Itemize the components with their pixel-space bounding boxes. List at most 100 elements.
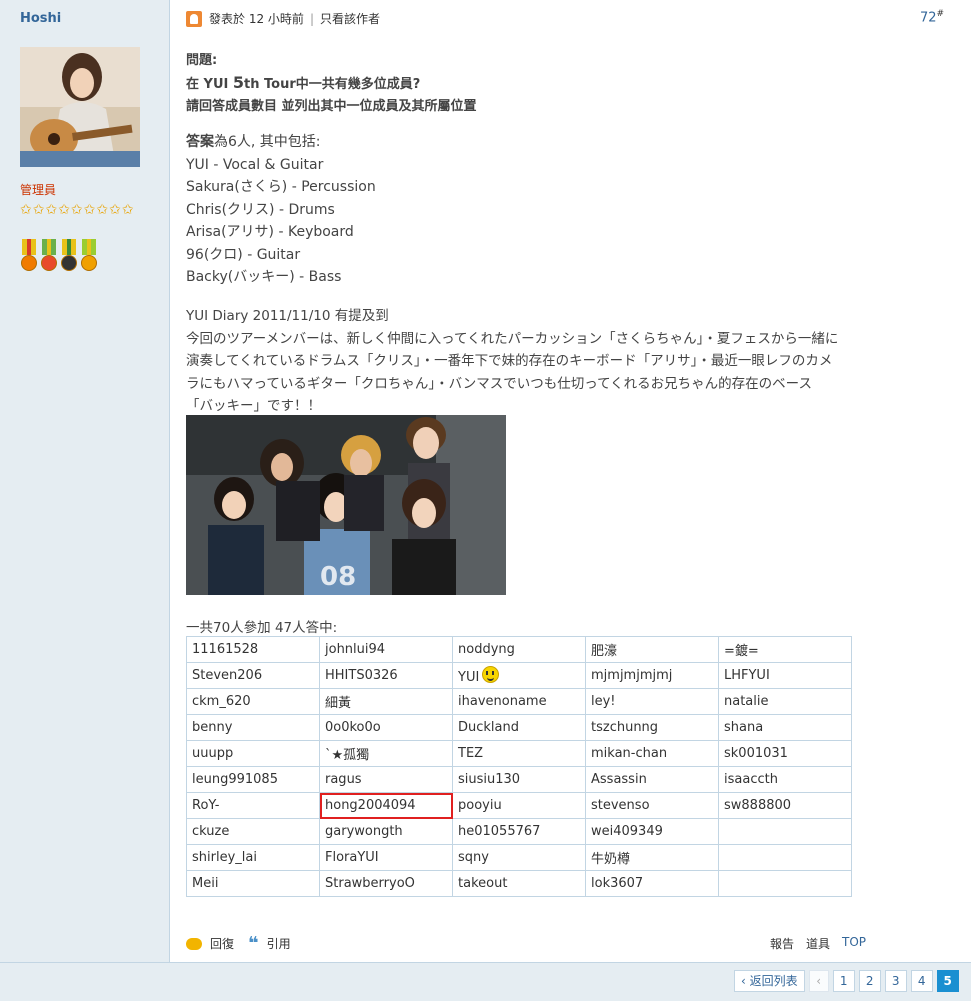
participant-name: natalie [724, 694, 769, 709]
back-arrow-icon: ‹ [741, 974, 750, 988]
prev-page-button[interactable]: ‹ [808, 970, 829, 992]
author-role: 管理員 [20, 183, 57, 197]
participant-cell: 細黃 [319, 688, 453, 715]
participant-name: pooyiu [458, 798, 502, 813]
participant-name: 0o0ko0o [325, 720, 381, 735]
avatar[interactable] [20, 47, 140, 167]
participant-name: =鍍= [724, 644, 759, 659]
participant-cell: Assassin [585, 766, 719, 793]
diary-line: 演奏してくれているドラムス「クリス」・一番年下で妹的存在のキーボード「アリサ」・… [186, 353, 833, 369]
participant-cell: he01055767 [452, 818, 586, 845]
participant-name: 肥濠 [591, 644, 618, 659]
answer-block: 答案為6人, 其中包括: YUI - Vocal & Guitar Sakura… [186, 131, 376, 289]
participant-cell: ragus [319, 766, 453, 793]
participant-name: lok3607 [591, 876, 644, 891]
participant-name: leung991085 [192, 772, 278, 787]
member-line: Backy(バッキー) - Bass [186, 269, 342, 285]
floor-number[interactable]: 72# [920, 9, 944, 25]
participant-name: sqny [458, 850, 489, 865]
author-name[interactable]: Hoshi [20, 11, 61, 26]
quote-button[interactable]: ❝ 引用 [248, 934, 291, 952]
page-link[interactable]: 1 [832, 970, 855, 992]
participant-cell: hong2004094 [319, 792, 453, 819]
report-link[interactable]: 報告 [770, 935, 794, 952]
back-to-list-button[interactable]: ‹ 返回列表 [734, 970, 805, 992]
participant-cell: garywongth [319, 818, 453, 845]
participant-name: uuupp [192, 746, 234, 761]
participant-name: noddyng [458, 642, 515, 657]
participant-cell: YUI [452, 662, 586, 689]
participant-cell: pooyiu [452, 792, 586, 819]
reply-label: 回復 [210, 937, 235, 951]
table-row: Meii StrawberryoO takeout lok3607 [186, 870, 852, 897]
participant-name: ley! [591, 694, 616, 709]
participant-cell: ckuze [186, 818, 320, 845]
participant-cell: Duckland [452, 714, 586, 741]
participant-name: shana [724, 720, 764, 735]
tools-link[interactable]: 道具 [806, 935, 830, 952]
diary-line: ラにもハマっているギター「クロちゃん」・バンマスでいつも仕切ってくれるお兄ちゃん… [186, 375, 812, 392]
band-photo-image: 08 [186, 415, 506, 595]
table-row: shirley_lai FloraYUI sqny 牛奶樽 [186, 844, 852, 871]
top-link[interactable]: TOP [842, 935, 866, 952]
participant-cell: StrawberryoO [319, 870, 453, 897]
participant-name: sk001031 [724, 746, 788, 761]
participant-name: ragus [325, 772, 362, 787]
participant-cell: 0o0ko0o [319, 714, 453, 741]
participant-name: TEZ [458, 746, 484, 761]
participant-cell: Meii [186, 870, 320, 897]
post-actions: 回復 ❝ 引用 [186, 934, 305, 952]
medal-icon [20, 239, 38, 273]
participant-name: he01055767 [458, 824, 541, 839]
participant-cell: `★孤獨 [319, 740, 453, 767]
participant-cell: TEZ [452, 740, 586, 767]
table-row: benny 0o0ko0o Duckland tszchunng shana [186, 714, 852, 741]
participant-cell: noddyng [452, 636, 586, 663]
post-meta-prefix: 發表於 [209, 12, 246, 26]
answer-lead: 答案 [186, 134, 214, 150]
participant-cell: sqny [452, 844, 586, 871]
reply-button[interactable]: 回復 [186, 935, 234, 952]
participant-cell: RoY- [186, 792, 320, 819]
participant-name: mjmjmjmjmj [591, 668, 673, 683]
question-line-1: 在 YUI 5th Tour中一共有幾多位成員? [186, 72, 477, 96]
participant-name: sw888800 [724, 798, 792, 813]
table-row: Steven206 HHITS0326 YUI mjmjmjmjmj LHFYUI [186, 662, 852, 689]
participant-cell: mjmjmjmjmj [585, 662, 719, 689]
participant-cell: natalie [718, 688, 852, 715]
only-author-link[interactable]: 只看該作者 [320, 10, 380, 27]
participant-name: LHFYUI [724, 668, 770, 683]
diary-line: 今回のツアーメンバーは、新しく仲間に入ってくれたパーカッション「さくらちゃん」・… [186, 330, 839, 347]
avatar-image [20, 47, 140, 167]
participant-name: RoY- [192, 798, 220, 813]
participant-name: johnlui94 [325, 642, 386, 657]
participant-name: stevenso [591, 798, 650, 813]
participant-cell: Steven206 [186, 662, 320, 689]
page-link[interactable]: 2 [858, 970, 881, 992]
participant-name: HHITS0326 [325, 668, 398, 683]
participant-cell: ley! [585, 688, 719, 715]
page-link[interactable]: 3 [884, 970, 907, 992]
participant-name: isaaccth [724, 772, 778, 787]
band-photo[interactable]: 08 [186, 415, 506, 595]
participant-cell: 11161528 [186, 636, 320, 663]
page-link[interactable]: 4 [910, 970, 933, 992]
participant-cell: benny [186, 714, 320, 741]
post-time: 12 小時前 [248, 12, 304, 26]
participant-name: FloraYUI [325, 850, 379, 865]
member-line: Sakura(さくら) - Percussion [186, 179, 376, 195]
participant-name: YUI [458, 670, 480, 685]
member-line: Chris(クリス) - Drums [186, 201, 335, 218]
participant-cell: 牛奶樽 [585, 844, 719, 871]
diary-quote: YUI Diary 2011/11/10 有提及到 今回のツアーメンバーは、新し… [186, 305, 886, 418]
participant-cell: shirley_lai [186, 844, 320, 871]
participant-name: takeout [458, 876, 508, 891]
table-row: uuupp `★孤獨 TEZ mikan-chan sk001031 [186, 740, 852, 767]
medal-icon [80, 239, 98, 273]
question-line-2: 請回答成員數目 並列出其中一位成員及其所屬位置 [186, 99, 477, 114]
participants-table: 11161528 johnlui94 noddyng 肥濠 =鍍= Steven206 HH… [186, 636, 852, 897]
floor-number-value: 72 [920, 10, 937, 26]
participant-name: 牛奶樽 [591, 852, 631, 867]
participant-name: ihavenoname [458, 694, 547, 709]
participant-name: Steven206 [192, 668, 263, 683]
